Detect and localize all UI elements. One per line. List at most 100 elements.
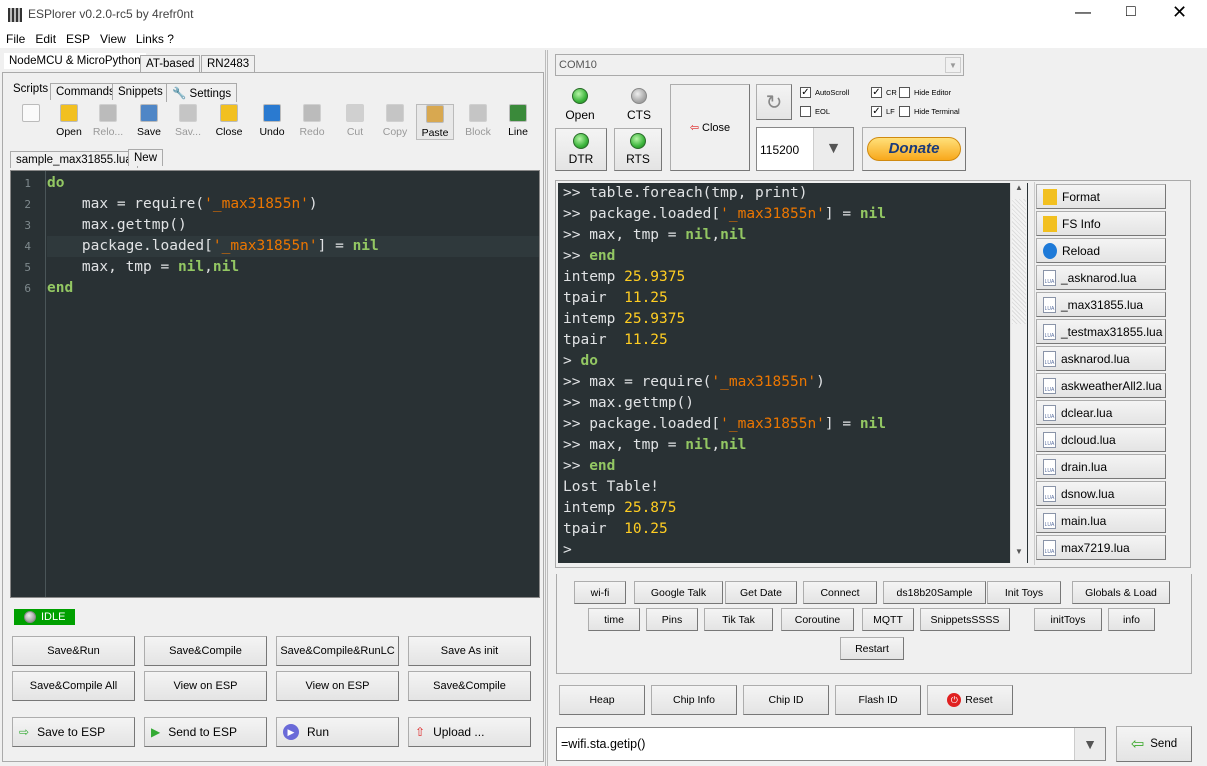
menu-edit[interactable]: Edit — [31, 30, 62, 48]
file-item[interactable]: LUA dclear.lua — [1036, 400, 1166, 425]
checkbox-cr[interactable]: ✓ CR — [871, 87, 897, 98]
file-item[interactable]: LUA main.lua — [1036, 508, 1166, 533]
toolbar-undo-button[interactable]: Undo — [253, 104, 291, 140]
file-tab-sample[interactable]: sample_max31855.lua — [10, 151, 138, 168]
snippet-button[interactable]: time — [588, 608, 640, 631]
menu-links[interactable]: Links ? — [132, 30, 180, 48]
chevron-down-icon[interactable]: ▼ — [1074, 728, 1105, 760]
save-as-init-button[interactable]: Save As init — [408, 636, 531, 666]
snippet-button[interactable]: Pins — [646, 608, 698, 631]
checkbox-box[interactable]: ✓ — [871, 87, 882, 98]
checkbox-hide-terminal[interactable]: Hide Terminal — [899, 106, 960, 117]
toolbar-sav-button[interactable]: Sav... — [169, 104, 207, 140]
file-item[interactable]: LUA dcloud.lua — [1036, 427, 1166, 452]
save-to-esp-button[interactable]: ⇨ Save to ESP — [12, 717, 135, 747]
file-item[interactable]: LUA _testmax31855.lua — [1036, 319, 1166, 344]
format-button[interactable]: Format — [1036, 184, 1166, 209]
view-on-esp-button[interactable]: View on ESP — [276, 671, 399, 701]
file-item[interactable]: LUA askweatherAll2.lua — [1036, 373, 1166, 398]
checkbox-hide-editor[interactable]: Hide Editor — [899, 87, 951, 98]
toolbar-block-button[interactable]: Block — [459, 104, 497, 140]
toolbar-cut-button[interactable]: Cut — [336, 104, 374, 140]
file-item[interactable]: LUA _max31855.lua — [1036, 292, 1166, 317]
tab-rn2483[interactable]: RN2483 — [201, 55, 256, 72]
terminal-scrollbar[interactable]: ▲ ▼ — [1010, 183, 1027, 563]
toolbar-open-button[interactable]: Open — [50, 104, 88, 140]
toolbar-relo-button[interactable]: Relo... — [89, 104, 127, 140]
tab-nodemcu[interactable]: NodeMCU & MicroPython — [4, 53, 146, 69]
tab-commands[interactable]: Commands — [50, 83, 121, 100]
checkbox-eol[interactable]: EOL — [800, 106, 830, 117]
toolbar-new-button[interactable] — [12, 104, 50, 140]
checkbox-lf[interactable]: ✓ LF — [871, 106, 895, 117]
flash-id-button[interactable]: Flash ID — [835, 685, 921, 715]
toolbar-paste-button[interactable]: Paste — [416, 104, 454, 140]
reload-button[interactable]: Reload — [1036, 238, 1166, 263]
dtr-toggle[interactable]: DTR — [555, 128, 607, 171]
rts-toggle[interactable]: RTS — [614, 128, 662, 171]
save-compile-button[interactable]: Save&Compile — [408, 671, 531, 701]
checkbox-autoscroll[interactable]: ✓ AutoScroll — [800, 87, 849, 98]
snippet-button[interactable]: Restart — [840, 637, 904, 660]
donate-button[interactable]: Donate — [862, 127, 966, 171]
scroll-up-arrow[interactable]: ▲ — [1011, 183, 1027, 199]
scroll-down-arrow[interactable]: ▼ — [1011, 547, 1027, 563]
toolbar-line-button[interactable]: Line — [499, 104, 537, 140]
command-input[interactable]: =wifi.sta.getip() ▼ — [556, 727, 1106, 761]
snippet-button[interactable]: wi-fi — [574, 581, 626, 604]
file-item[interactable]: LUA asknarod.lua — [1036, 346, 1166, 371]
file-item[interactable]: LUA dsnow.lua — [1036, 481, 1166, 506]
tab-scripts[interactable]: Scripts — [8, 81, 54, 97]
file-tab-new[interactable]: New — [128, 149, 164, 166]
view-on-esp-button[interactable]: View on ESP — [144, 671, 267, 701]
snippet-button[interactable]: Connect — [803, 581, 877, 604]
menu-file[interactable]: File — [0, 30, 31, 48]
tab-at-based[interactable]: AT-based — [140, 55, 201, 72]
checkbox-box[interactable] — [899, 87, 910, 98]
tab-snippets[interactable]: Snippets — [112, 83, 169, 100]
terminal-output[interactable]: >> table.foreach(tmp, print) >> package.l… — [558, 183, 1028, 563]
snippet-button[interactable]: Globals & Load — [1072, 581, 1170, 604]
snippet-button[interactable]: ds18b20Sample — [883, 581, 986, 604]
toolbar-save-button[interactable]: Save — [130, 104, 168, 140]
menu-esp[interactable]: ESP — [62, 30, 96, 48]
snippet-button[interactable]: Coroutine — [781, 608, 854, 631]
code-editor[interactable]: 1 do 2 max = require('_max31855n') 3 max.ge… — [10, 170, 540, 598]
checkbox-box[interactable] — [899, 106, 910, 117]
snippet-button[interactable]: Tik Tak — [704, 608, 773, 631]
heap-button[interactable]: Heap — [559, 685, 645, 715]
file-item[interactable]: LUA drain.lua — [1036, 454, 1166, 479]
snippet-button[interactable]: Google Talk — [634, 581, 723, 604]
checkbox-box[interactable]: ✓ — [800, 87, 811, 98]
port-select[interactable]: COM10 ▼ — [555, 54, 964, 76]
snippet-button[interactable]: SnippetsSSSS — [920, 608, 1010, 631]
toolbar-copy-button[interactable]: Copy — [376, 104, 414, 140]
chip-info-button[interactable]: Chip Info — [651, 685, 737, 715]
send-button[interactable]: ⇦ Send — [1116, 726, 1192, 762]
tab-settings[interactable]: 🔧 Settings — [166, 83, 238, 102]
save-compile-all-button[interactable]: Save&Compile All — [12, 671, 135, 701]
fs-info-button[interactable]: FS Info — [1036, 211, 1166, 236]
refresh-ports-button[interactable]: ↻ — [756, 84, 792, 120]
file-item[interactable]: LUA _asknarod.lua — [1036, 265, 1166, 290]
snippet-button[interactable]: MQTT — [862, 608, 914, 631]
upload-button[interactable]: ⇧ Upload ... — [408, 717, 531, 747]
checkbox-box[interactable]: ✓ — [871, 106, 882, 117]
save-compile-button[interactable]: Save&Compile — [144, 636, 267, 666]
menu-view[interactable]: View — [96, 30, 132, 48]
scroll-thumb[interactable] — [1012, 199, 1026, 324]
toolbar-close-button[interactable]: Close — [210, 104, 248, 140]
snippet-button[interactable]: Init Toys — [987, 581, 1061, 604]
snippet-button[interactable]: Get Date — [725, 581, 797, 604]
close-port-button[interactable]: ⇦ Close — [670, 84, 750, 171]
baud-select[interactable]: 115200 ▼ — [756, 127, 854, 171]
chip-id-button[interactable]: Chip ID — [743, 685, 829, 715]
file-item[interactable]: LUA max7219.lua — [1036, 535, 1166, 560]
send-to-esp-button[interactable]: ▶ Send to ESP — [144, 717, 267, 747]
toolbar-redo-button[interactable]: Redo — [293, 104, 331, 140]
checkbox-box[interactable] — [800, 106, 811, 117]
snippet-button[interactable]: info — [1108, 608, 1155, 631]
save-run-button[interactable]: Save&Run — [12, 636, 135, 666]
save-compile-runlc-button[interactable]: Save&Compile&RunLC — [276, 636, 399, 666]
reset-button[interactable]: ⏻ Reset — [927, 685, 1013, 715]
